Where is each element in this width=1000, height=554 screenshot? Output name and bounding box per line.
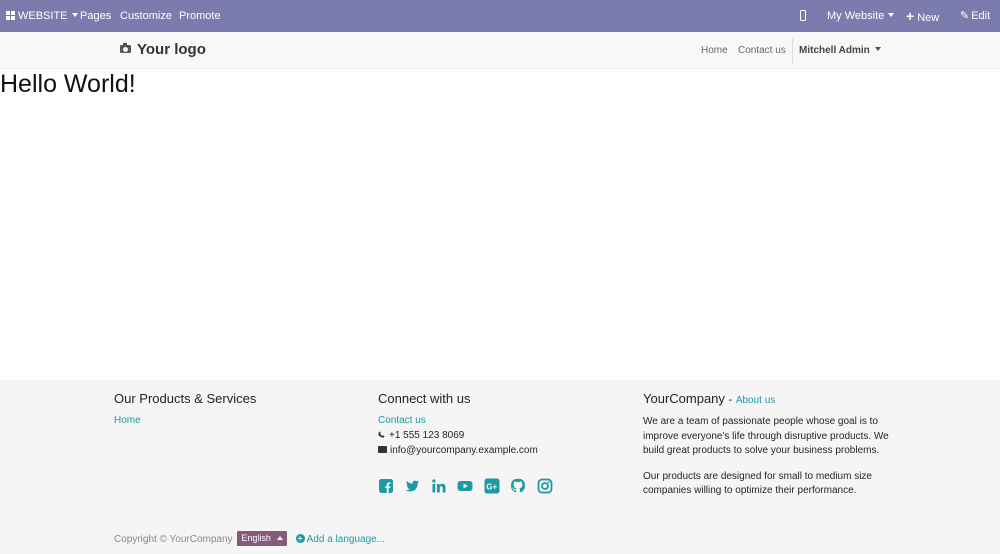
company-description: We are a team of passionate people whose… <box>643 415 893 499</box>
user-name: Mitchell Admin <box>799 45 870 56</box>
mobile-preview-button[interactable] <box>800 0 806 32</box>
nav-divider <box>792 38 793 63</box>
user-menu[interactable]: Mitchell Admin <box>799 32 881 69</box>
plus-circle-icon: + <box>295 534 305 543</box>
new-label: New <box>917 12 940 24</box>
logo-text: Your logo <box>137 41 206 58</box>
plus-icon: + <box>906 8 915 24</box>
footer-link-home[interactable]: Home <box>114 413 256 428</box>
footer-phone: +1 555 123 8069 <box>378 428 618 443</box>
pencil-icon: ✎ <box>960 10 970 22</box>
admin-bar: WEBSITE Pages Customize Promote My Websi… <box>0 0 1000 32</box>
about-paragraph: Our products are designed for small to m… <box>643 470 872 497</box>
footer-connect-column: Connect with us Contact us +1 555 123 80… <box>378 390 618 510</box>
site-header: Your logo Home Contact us Mitchell Admin <box>0 32 1000 69</box>
about-paragraph: We are a team of passionate people whose… <box>643 416 889 457</box>
website-menu[interactable]: WEBSITE <box>6 0 78 32</box>
new-button[interactable]: + New <box>906 0 939 32</box>
customize-menu[interactable]: Customize <box>120 0 172 32</box>
email-address: info@yourcompany.example.com <box>390 445 538 456</box>
twitter-icon[interactable] <box>404 478 420 494</box>
chevron-down-icon <box>71 13 78 18</box>
camera-icon <box>120 43 131 54</box>
website-menu-label: WEBSITE <box>18 10 68 22</box>
about-us-link[interactable]: About us <box>736 395 775 406</box>
svg-text:G+: G+ <box>486 482 497 491</box>
promote-menu[interactable]: Promote <box>179 0 221 32</box>
add-language-link[interactable]: + Add a language... <box>295 534 386 546</box>
footer-bottom-bar: Copyright © YourCompany English + Add a l… <box>114 531 386 548</box>
linkedin-icon[interactable] <box>431 478 447 494</box>
chevron-down-icon <box>888 13 895 18</box>
facebook-icon[interactable] <box>378 478 394 494</box>
footer-about-column: YourCompany - About us We are a team of … <box>643 390 893 510</box>
company-name: YourCompany <box>643 391 725 406</box>
phone-icon <box>378 431 385 438</box>
nav-home[interactable]: Home <box>701 32 728 69</box>
footer-products-column: Our Products & Services Home <box>114 390 256 428</box>
site-footer: Our Products & Services Home Connect wit… <box>0 380 1000 554</box>
footer-products-title: Our Products & Services <box>114 391 257 406</box>
language-label: English <box>241 533 271 543</box>
nav-contact-us[interactable]: Contact us <box>738 32 786 69</box>
footer-about-title: YourCompany - About us <box>643 390 893 409</box>
envelope-icon <box>378 445 387 453</box>
copyright-text: Copyright © YourCompany <box>114 534 233 546</box>
page-heading: Hello World! <box>0 70 136 98</box>
add-language-label: Add a language... <box>306 534 386 546</box>
social-links: G+ <box>378 477 559 495</box>
site-logo[interactable]: Your logo <box>120 40 206 60</box>
instagram-icon[interactable] <box>537 478 553 494</box>
pages-menu[interactable]: Pages <box>80 0 111 32</box>
edit-label: Edit <box>971 10 991 22</box>
google-plus-icon[interactable]: G+ <box>484 478 500 494</box>
chevron-down-icon <box>874 47 881 52</box>
footer-email: info@yourcompany.example.com <box>378 443 618 458</box>
title-separator: - <box>728 394 733 406</box>
my-website-menu[interactable]: My Website <box>827 0 895 32</box>
my-website-label: My Website <box>827 10 885 22</box>
footer-connect-title: Connect with us <box>378 391 471 406</box>
mobile-icon <box>800 9 806 21</box>
youtube-icon[interactable] <box>457 478 473 494</box>
language-selector[interactable]: English <box>237 531 287 546</box>
chevron-up-icon <box>276 535 283 540</box>
footer-link-contact[interactable]: Contact us <box>378 413 618 428</box>
github-icon[interactable] <box>510 478 526 494</box>
apps-grid-icon <box>6 10 15 20</box>
edit-button[interactable]: ✎ Edit <box>960 0 990 32</box>
phone-number: +1 555 123 8069 <box>389 430 465 441</box>
